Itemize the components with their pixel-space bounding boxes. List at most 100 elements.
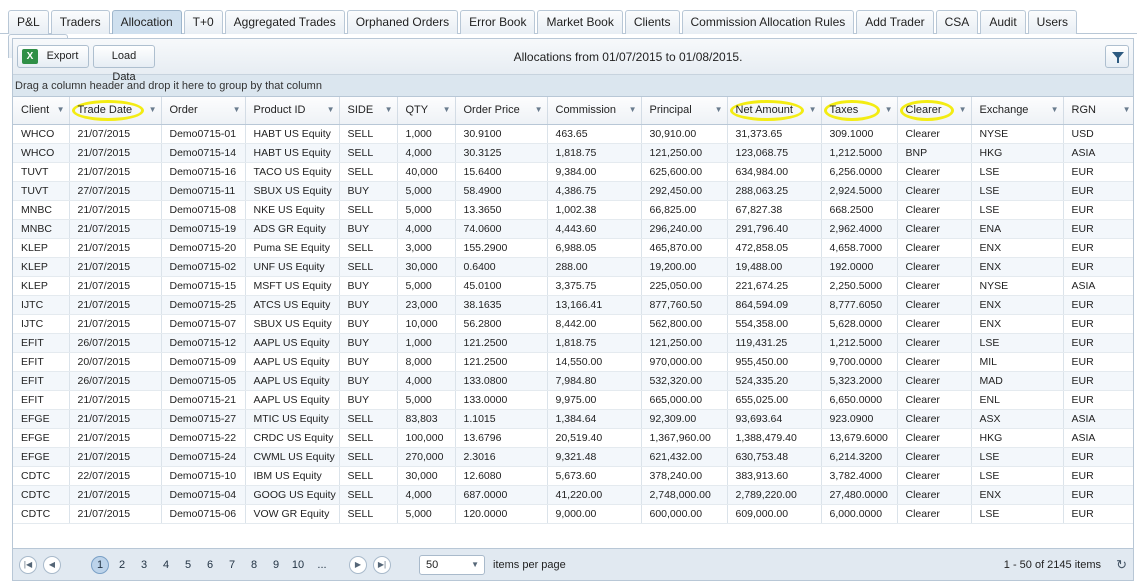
table-row[interactable]: CDTC 21/07/2015 Demo0715-04 GOOG US Equity S… (13, 485, 1133, 505)
table-row[interactable]: IJTC 21/07/2015 Demo0715-07 SBUX US Equity B… (13, 314, 1133, 334)
tab-users[interactable]: Users (1027, 10, 1078, 34)
page-number[interactable]: 5 (179, 556, 197, 574)
column-menu-icon[interactable]: ▼ (149, 105, 157, 114)
page-number[interactable]: 10 (289, 556, 307, 574)
cell-exchange: ENL (971, 390, 1064, 410)
page-number[interactable]: 4 (157, 556, 175, 574)
tab-clients[interactable]: Clients (624, 10, 680, 34)
tab-market-book[interactable]: Market Book (537, 10, 623, 34)
tab-error-book[interactable]: Error Book (460, 10, 536, 34)
cell-client: CDTC (13, 485, 70, 505)
column-header-qty[interactable]: QTY ▼ (397, 97, 456, 125)
cell-qty: 40,000 (397, 162, 456, 182)
next-page-icon[interactable]: ▶ (349, 556, 367, 574)
cell-qty: 30,000 (397, 257, 456, 277)
tab-csa[interactable]: CSA (935, 10, 979, 34)
column-menu-icon[interactable]: ▼ (233, 105, 241, 114)
tab-commission-allocation-rules[interactable]: Commission Allocation Rules (681, 10, 855, 34)
column-menu-icon[interactable]: ▼ (535, 105, 543, 114)
table-row[interactable]: TUVT 27/07/2015 Demo0715-11 SBUX US Equity B… (13, 181, 1133, 201)
column-menu-icon[interactable]: ▼ (327, 105, 335, 114)
table-row[interactable]: EFIT 26/07/2015 Demo0715-12 AAPL US Equity B… (13, 333, 1133, 353)
cell-side: BUY (339, 390, 398, 410)
table-row[interactable]: CDTC 21/07/2015 Demo0715-06 VOW GR Equity SE… (13, 504, 1133, 524)
table-row[interactable]: EFGE 21/07/2015 Demo0715-24 CWML US Equity S… (13, 447, 1133, 467)
column-header-principal[interactable]: Principal ▼ (641, 97, 728, 125)
tab-allocation[interactable]: Allocation (111, 10, 182, 34)
cell-exchange: MAD (971, 371, 1064, 391)
column-header-exchange[interactable]: Exchange ▼ (971, 97, 1064, 125)
cell-order: Demo0715-04 (161, 485, 246, 505)
page-number[interactable]: ... (311, 556, 333, 574)
column-menu-icon[interactable]: ▼ (1123, 105, 1131, 114)
column-header-trade-date[interactable]: Trade Date ▼ (69, 97, 162, 125)
tab-aggregated-trades[interactable]: Aggregated Trades (224, 10, 345, 34)
last-page-icon[interactable]: ▶| (373, 556, 391, 574)
load-data-button[interactable]: Load Data (93, 45, 155, 83)
table-row[interactable]: EFGE 21/07/2015 Demo0715-22 CRDC US Equity S… (13, 428, 1133, 448)
page-number[interactable]: 7 (223, 556, 241, 574)
prev-page-icon[interactable]: ◀ (43, 556, 61, 574)
table-row[interactable]: MNBC 21/07/2015 Demo0715-08 NKE US Equity SE… (13, 200, 1133, 220)
table-row[interactable]: WHCO 21/07/2015 Demo0715-01 HABT US Equity S… (13, 124, 1133, 144)
table-row[interactable]: KLEP 21/07/2015 Demo0715-20 Puma SE Equity S… (13, 238, 1133, 258)
column-menu-icon[interactable]: ▼ (809, 105, 817, 114)
column-label: QTY (405, 104, 429, 117)
column-menu-icon[interactable]: ▼ (443, 105, 451, 114)
column-menu-icon[interactable]: ▼ (629, 105, 637, 114)
cell-rgn: EUR (1063, 352, 1133, 372)
column-header-side[interactable]: SIDE ▼ (339, 97, 398, 125)
page-number[interactable]: 8 (245, 556, 263, 574)
table-row[interactable]: EFIT 21/07/2015 Demo0715-21 AAPL US Equity B… (13, 390, 1133, 410)
tab-orphaned-orders[interactable]: Orphaned Orders (346, 10, 459, 34)
tab-audit[interactable]: Audit (980, 10, 1026, 34)
tab-t-0[interactable]: T+0 (183, 10, 223, 34)
table-row[interactable]: WHCO 21/07/2015 Demo0715-14 HABT US Equity S… (13, 143, 1133, 163)
column-menu-icon[interactable]: ▼ (885, 105, 893, 114)
filter-button[interactable] (1105, 45, 1129, 68)
cell-product-id: SBUX US Equity (245, 314, 340, 334)
tab-add-trader[interactable]: Add Trader (856, 10, 934, 34)
cell-order-price: 38.1635 (455, 295, 548, 315)
cell-qty: 5,000 (397, 200, 456, 220)
page-size-select[interactable]: 50 ▼ (419, 555, 485, 575)
column-header-taxes[interactable]: Taxes ▼ (821, 97, 898, 125)
table-row[interactable]: KLEP 21/07/2015 Demo0715-02 UNF US Equity SE… (13, 257, 1133, 277)
column-header-order-price[interactable]: Order Price ▼ (455, 97, 548, 125)
table-row[interactable]: EFIT 26/07/2015 Demo0715-05 AAPL US Equity B… (13, 371, 1133, 391)
page-number[interactable]: 1 (91, 556, 109, 574)
table-row[interactable]: IJTC 21/07/2015 Demo0715-25 ATCS US Equity B… (13, 295, 1133, 315)
table-row[interactable]: MNBC 21/07/2015 Demo0715-19 ADS GR Equity BU… (13, 219, 1133, 239)
column-header-net-amount[interactable]: Net Amount ▼ (727, 97, 822, 125)
column-menu-icon[interactable]: ▼ (715, 105, 723, 114)
cell-qty: 5,000 (397, 390, 456, 410)
page-number[interactable]: 9 (267, 556, 285, 574)
tab-p-l[interactable]: P&L (8, 10, 49, 34)
page-number[interactable]: 3 (135, 556, 153, 574)
cell-product-id: GOOG US Equity (245, 485, 340, 505)
table-row[interactable]: CDTC 22/07/2015 Demo0715-10 IBM US Equity SE… (13, 466, 1133, 486)
table-row[interactable]: TUVT 21/07/2015 Demo0715-16 TACO US Equity S… (13, 162, 1133, 182)
column-menu-icon[interactable]: ▼ (385, 105, 393, 114)
group-drop-area[interactable]: Drag a column header and drop it here to… (13, 75, 1133, 97)
column-header-rgn[interactable]: RGN ▼ (1063, 97, 1133, 125)
cell-taxes: 4,658.7000 (821, 238, 898, 258)
column-header-clearer[interactable]: Clearer ▼ (897, 97, 972, 125)
export-button[interactable]: X Export (17, 45, 89, 68)
column-menu-icon[interactable]: ▼ (959, 105, 967, 114)
column-header-commission[interactable]: Commission ▼ (547, 97, 642, 125)
column-menu-icon[interactable]: ▼ (1051, 105, 1059, 114)
column-header-product-id[interactable]: Product ID ▼ (245, 97, 340, 125)
page-number[interactable]: 6 (201, 556, 219, 574)
cell-clearer: Clearer (897, 428, 972, 448)
table-row[interactable]: KLEP 21/07/2015 Demo0715-15 MSFT US Equity B… (13, 276, 1133, 296)
column-header-client[interactable]: Client ▼ (13, 97, 70, 125)
tab-traders[interactable]: Traders (50, 10, 110, 34)
page-number[interactable]: 2 (113, 556, 131, 574)
column-menu-icon[interactable]: ▼ (57, 105, 65, 114)
table-row[interactable]: EFIT 20/07/2015 Demo0715-09 AAPL US Equity B… (13, 352, 1133, 372)
column-header-order[interactable]: Order ▼ (161, 97, 246, 125)
table-row[interactable]: EFGE 21/07/2015 Demo0715-27 MTIC US Equity S… (13, 409, 1133, 429)
refresh-icon[interactable]: ↻ (1116, 557, 1127, 573)
first-page-icon[interactable]: |◀ (19, 556, 37, 574)
